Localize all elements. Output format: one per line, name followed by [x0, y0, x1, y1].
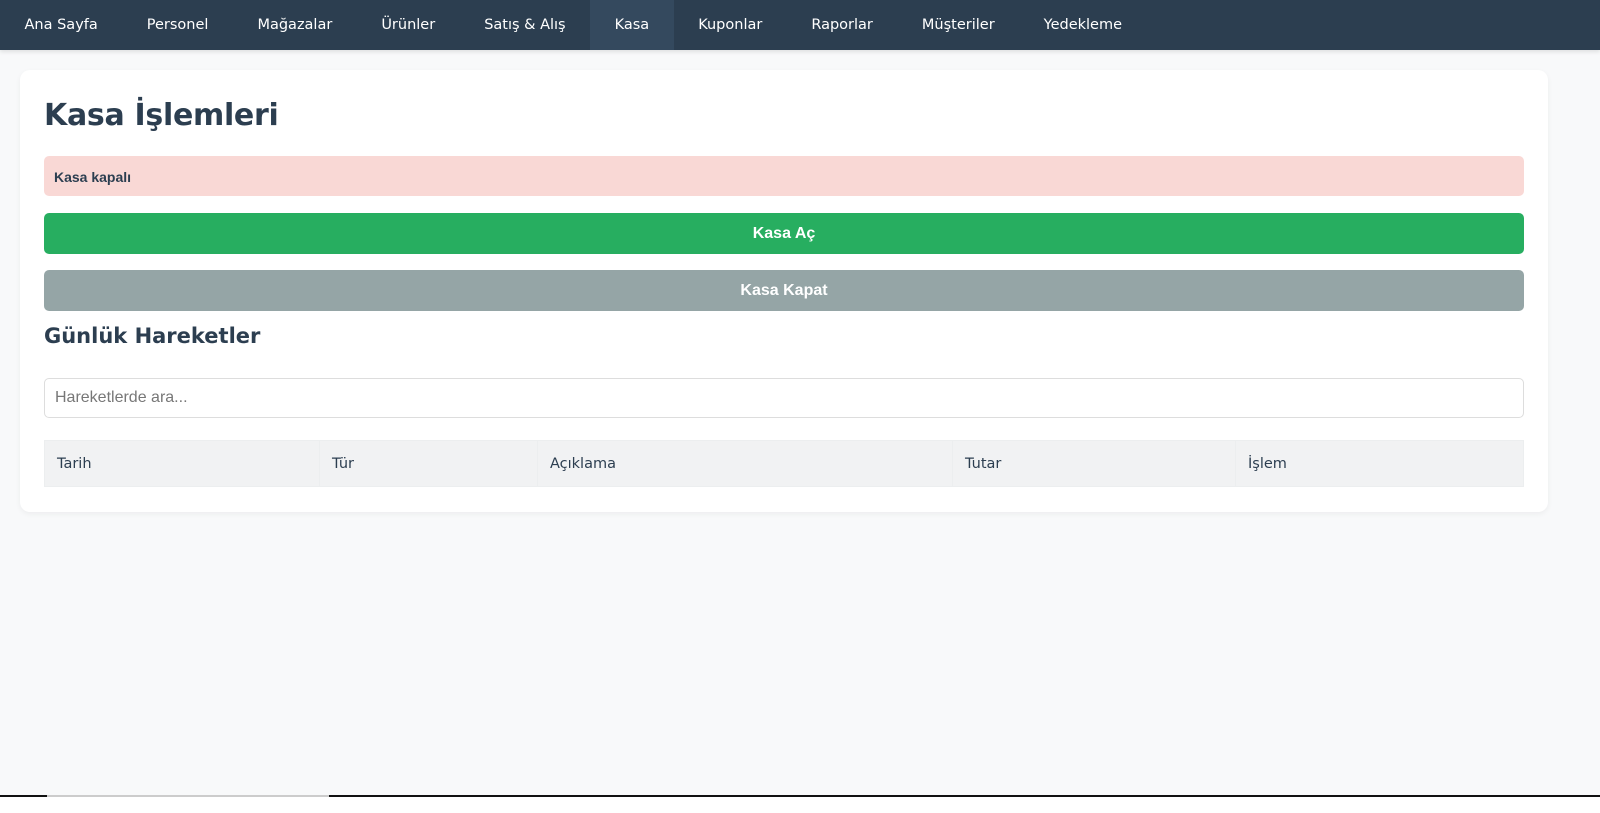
section-title: Günlük Hareketler — [44, 324, 261, 348]
kasa-card: Kasa İşlemleri Kasa kapalı Kasa Aç Kasa … — [20, 70, 1548, 512]
transactions-table: Tarih Tür Açıklama Tutar İşlem — [44, 440, 1524, 487]
nav-urunler[interactable]: Ürünler — [357, 0, 460, 50]
nav-magazalar[interactable]: Mağazalar — [233, 0, 357, 50]
header-tur[interactable]: Tür — [319, 440, 538, 487]
header-tutar[interactable]: Tutar — [952, 440, 1236, 487]
open-register-button[interactable]: Kasa Aç — [44, 213, 1524, 254]
nav-kuponlar[interactable]: Kuponlar — [674, 0, 787, 50]
nav-musteriler[interactable]: Müşteriler — [897, 0, 1019, 50]
header-tarih[interactable]: Tarih — [44, 440, 320, 487]
table-header-row: Tarih Tür Açıklama Tutar İşlem — [44, 440, 1524, 487]
nav-raporlar[interactable]: Raporlar — [787, 0, 898, 50]
nav-ana-sayfa[interactable]: Ana Sayfa — [0, 0, 122, 50]
close-register-button[interactable]: Kasa Kapat — [44, 270, 1524, 311]
taskbar-edge — [0, 795, 1600, 813]
nav-satis-alis[interactable]: Satış & Alış — [460, 0, 590, 50]
status-alert: Kasa kapalı — [44, 156, 1524, 196]
search-input[interactable] — [44, 378, 1524, 418]
nav-kasa[interactable]: Kasa — [590, 0, 674, 50]
header-aciklama[interactable]: Açıklama — [537, 440, 953, 487]
header-islem[interactable]: İşlem — [1235, 440, 1524, 487]
top-nav: Ana Sayfa Personel Mağazalar Ürünler Sat… — [0, 0, 1600, 50]
nav-personel[interactable]: Personel — [122, 0, 233, 50]
page-title: Kasa İşlemleri — [44, 98, 279, 133]
nav-yedekleme[interactable]: Yedekleme — [1019, 0, 1146, 50]
